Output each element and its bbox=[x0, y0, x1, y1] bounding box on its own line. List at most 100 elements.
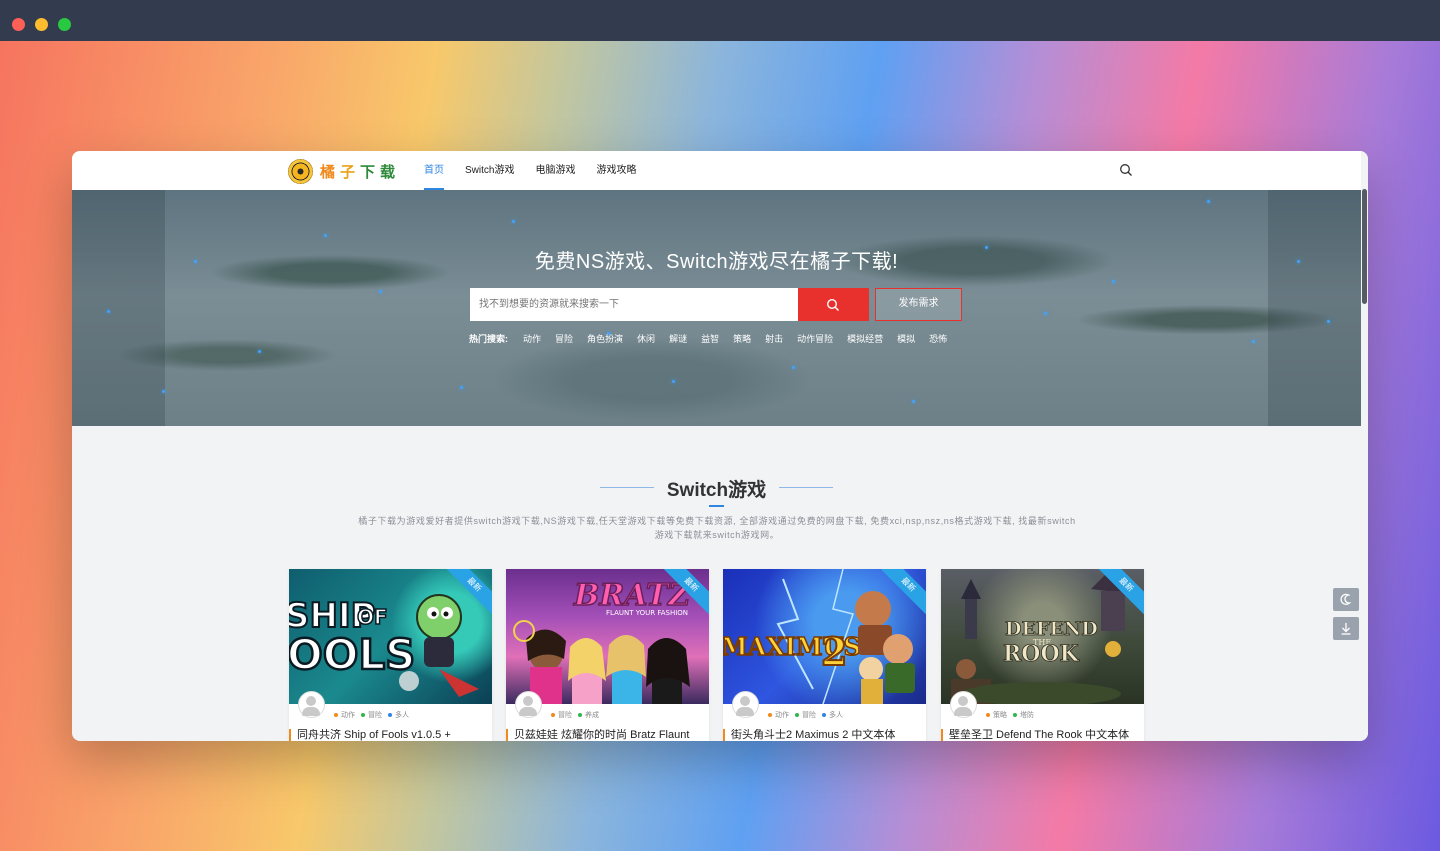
bullet-icon bbox=[334, 713, 338, 717]
genre-tags: 动作 冒险 多人 bbox=[334, 710, 415, 720]
bullet-icon bbox=[578, 713, 582, 717]
os-title-bar bbox=[0, 0, 1440, 41]
scrollbar-thumb[interactable] bbox=[1362, 189, 1367, 304]
genre-tags: 冒险 养成 bbox=[551, 710, 605, 720]
hot-tag-strategy[interactable]: 策略 bbox=[733, 332, 751, 346]
user-avatar-icon bbox=[950, 691, 977, 718]
genre-tag[interactable]: 动作 bbox=[768, 710, 789, 720]
user-avatar-icon bbox=[298, 691, 325, 718]
genre-tag[interactable]: 塔防 bbox=[1013, 710, 1034, 720]
genre-tags: 策略 塔防 bbox=[986, 710, 1040, 720]
genre-tags: 动作 冒险 多人 bbox=[768, 710, 849, 720]
site-navbar: 橘子下载 首页 Switch游戏 电脑游戏 游戏攻略 bbox=[72, 151, 1361, 190]
game-title[interactable]: 街头角斗士2 Maximus 2 中文本体 bbox=[723, 729, 926, 741]
game-cover-image: MAXIMUS 2 最新 bbox=[723, 569, 926, 704]
download-icon bbox=[1333, 623, 1359, 644]
nav-item-switch-games[interactable]: Switch游戏 bbox=[465, 151, 514, 190]
hot-tag-shooter[interactable]: 射击 bbox=[765, 332, 783, 346]
hot-tag-simulation[interactable]: 模拟 bbox=[897, 332, 915, 346]
particle bbox=[512, 220, 515, 223]
hot-tag-horror[interactable]: 恐怖 bbox=[929, 332, 947, 346]
svg-text:BRATZ: BRATZ bbox=[573, 578, 691, 613]
particle bbox=[912, 400, 915, 403]
game-cover-image: SHIP OF OOLS 最新 bbox=[289, 569, 492, 704]
svg-text:ROOK: ROOK bbox=[1003, 641, 1080, 667]
maximize-window-button[interactable] bbox=[58, 18, 71, 31]
particle bbox=[1044, 312, 1047, 315]
genre-tag[interactable]: 冒险 bbox=[361, 710, 382, 720]
section-title: Switch游戏 bbox=[666, 480, 767, 501]
bullet-icon bbox=[795, 713, 799, 717]
hot-tag-brain[interactable]: 益智 bbox=[701, 332, 719, 346]
hot-tag-puzzle[interactable]: 解谜 bbox=[669, 332, 687, 346]
post-request-button[interactable]: 发布需求 bbox=[875, 288, 962, 321]
hot-tag-rpg[interactable]: 角色扮演 bbox=[587, 332, 623, 346]
nav-item-home[interactable]: 首页 bbox=[424, 151, 444, 190]
particle bbox=[1327, 320, 1330, 323]
game-title[interactable]: 同舟共济 Ship of Fools v1.0.5 + bbox=[289, 729, 492, 741]
genre-tag[interactable]: 动作 bbox=[334, 710, 355, 720]
game-card[interactable]: DEFEND THE ROOK 最新 策略 塔防 壁垒圣卫 Defend The… bbox=[941, 569, 1144, 741]
main-nav: 首页 Switch游戏 电脑游戏 游戏攻略 bbox=[424, 151, 657, 190]
user-avatar-icon bbox=[515, 691, 542, 718]
game-card[interactable]: MAXIMUS 2 最新 动作 冒险 多人 街头角斗士2 Maximus 2 中… bbox=[723, 569, 926, 741]
game-cover-image: BRATZ FLAUNT YOUR FASHION 最新 bbox=[506, 569, 709, 704]
bullet-icon bbox=[551, 713, 555, 717]
genre-tag[interactable]: 多人 bbox=[822, 710, 843, 720]
particle bbox=[1112, 280, 1115, 283]
hot-tag-management-sim[interactable]: 模拟经营 bbox=[847, 332, 883, 346]
bullet-icon bbox=[822, 713, 826, 717]
bullet-icon bbox=[361, 713, 365, 717]
search-icon[interactable] bbox=[1119, 163, 1133, 177]
search-button[interactable] bbox=[798, 288, 869, 321]
genre-tag[interactable]: 冒险 bbox=[551, 710, 572, 720]
game-card[interactable]: BRATZ FLAUNT YOUR FASHION 最新 冒险 养成 贝兹娃娃 … bbox=[506, 569, 709, 741]
hero-side-overlay-right bbox=[1268, 190, 1361, 426]
genre-tag[interactable]: 养成 bbox=[578, 710, 599, 720]
genre-tag[interactable]: 冒险 bbox=[795, 710, 816, 720]
bullet-icon bbox=[986, 713, 990, 717]
particle bbox=[324, 234, 327, 237]
game-cover-image: DEFEND THE ROOK 最新 bbox=[941, 569, 1144, 704]
maximus-2-artwork: MAXIMUS 2 bbox=[723, 569, 915, 704]
svg-text:2: 2 bbox=[821, 629, 847, 674]
genre-tag[interactable]: 多人 bbox=[388, 710, 409, 720]
minimize-window-button[interactable] bbox=[35, 18, 48, 31]
close-window-button[interactable] bbox=[12, 18, 25, 31]
hot-tag-action[interactable]: 动作 bbox=[523, 332, 541, 346]
hero-side-overlay-left bbox=[72, 190, 165, 426]
particle bbox=[672, 380, 675, 383]
hot-search-list: 热门搜索: 动作 冒险 角色扮演 休闲 解谜 益智 策略 射击 动作冒险 模拟经… bbox=[469, 332, 961, 346]
particle bbox=[107, 310, 110, 313]
hot-tag-adventure[interactable]: 冒险 bbox=[555, 332, 573, 346]
particle bbox=[1252, 340, 1255, 343]
particle bbox=[460, 386, 463, 389]
svg-text:DEFEND: DEFEND bbox=[1005, 618, 1098, 640]
game-title[interactable]: 壁垒圣卫 Defend The Rook 中文本体 bbox=[941, 729, 1144, 741]
defend-the-rook-artwork: DEFEND THE ROOK bbox=[951, 569, 1131, 704]
particle bbox=[792, 366, 795, 369]
game-title[interactable]: 贝兹娃娃 炫耀你的时尚 Bratz Flaunt bbox=[506, 729, 709, 741]
download-button[interactable] bbox=[1333, 617, 1359, 640]
game-card[interactable]: SHIP OF OOLS 最新 动作 冒险 多人 同舟共济 Ship of Fo… bbox=[289, 569, 492, 741]
hot-search-label: 热门搜索: bbox=[469, 334, 508, 344]
genre-tag[interactable]: 策略 bbox=[986, 710, 1007, 720]
section-title-underline bbox=[709, 505, 724, 507]
svg-text:OF: OF bbox=[357, 605, 388, 629]
dark-mode-button[interactable] bbox=[1333, 588, 1359, 611]
particle bbox=[258, 350, 261, 353]
ship-of-fools-artwork: SHIP OF OOLS bbox=[289, 594, 479, 697]
bullet-icon bbox=[768, 713, 772, 717]
bullet-icon bbox=[388, 713, 392, 717]
nav-item-pc-games[interactable]: 电脑游戏 bbox=[535, 151, 575, 190]
hot-tag-action-adventure[interactable]: 动作冒险 bbox=[797, 332, 833, 346]
svg-text:FLAUNT YOUR FASHION: FLAUNT YOUR FASHION bbox=[606, 609, 688, 617]
logo-text: 橘子下载 bbox=[320, 162, 401, 181]
browser-window: 橘子下载 首页 Switch游戏 电脑游戏 游戏攻略 免费NS游戏、Switch… bbox=[72, 151, 1368, 741]
hot-tag-casual[interactable]: 休闲 bbox=[637, 332, 655, 346]
resource-search-input[interactable] bbox=[470, 288, 798, 321]
section-title-line-right bbox=[779, 487, 833, 488]
bratz-artwork: BRATZ FLAUNT YOUR FASHION bbox=[513, 577, 692, 704]
nav-item-guides[interactable]: 游戏攻略 bbox=[596, 151, 636, 190]
site-logo[interactable]: 橘子下载 bbox=[288, 158, 400, 184]
